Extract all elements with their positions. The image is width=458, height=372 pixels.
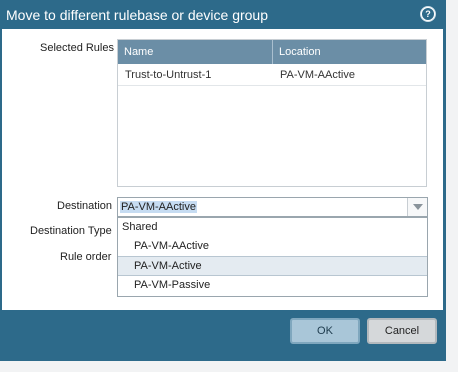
- destination-type-label: Destination Type: [30, 225, 112, 237]
- rule-location-cell: PA-VM-AActive: [280, 69, 355, 81]
- selected-rules-table: Name Location Trust-to-Untrust-1 PA-VM-A…: [117, 39, 427, 187]
- rule-name-cell: Trust-to-Untrust-1: [125, 69, 212, 81]
- dialog-title-bar[interactable]: Move to different rulebase or device gro…: [0, 0, 446, 29]
- destination-input[interactable]: PA-VM-AActive: [118, 198, 407, 216]
- option-pa-vm-passive[interactable]: PA-VM-Passive: [118, 276, 427, 295]
- cancel-button[interactable]: Cancel: [367, 318, 437, 344]
- column-header-location[interactable]: Location: [273, 40, 426, 64]
- chevron-down-icon: [412, 204, 423, 210]
- destination-select[interactable]: PA-VM-AActive: [117, 197, 428, 217]
- option-pa-vm-aactive[interactable]: PA-VM-AActive: [118, 237, 427, 256]
- dropdown-trigger[interactable]: [407, 198, 427, 216]
- destination-dropdown-list: Shared PA-VM-AActive PA-VM-Active PA-VM-…: [117, 217, 428, 297]
- column-header-name[interactable]: Name: [118, 40, 273, 64]
- help-icon-glyph: ?: [422, 8, 434, 20]
- help-icon[interactable]: ?: [420, 6, 436, 22]
- table-row[interactable]: Trust-to-Untrust-1 PA-VM-AActive: [118, 64, 426, 86]
- option-shared[interactable]: Shared: [118, 218, 427, 237]
- dialog-title: Move to different rulebase or device gro…: [6, 7, 269, 23]
- selected-rules-label: Selected Rules: [40, 42, 114, 54]
- destination-selected-text: PA-VM-AActive: [120, 201, 197, 213]
- option-pa-vm-active[interactable]: PA-VM-Active: [118, 256, 427, 276]
- rule-order-label: Rule order: [60, 251, 112, 263]
- destination-label: Destination: [57, 200, 113, 212]
- dialog-content: Selected Rules Name Location Trust-to-Un…: [2, 29, 443, 310]
- ok-button[interactable]: OK: [290, 318, 360, 344]
- table-header: Name Location: [118, 40, 426, 64]
- move-rulebase-dialog: Move to different rulebase or device gro…: [0, 0, 446, 361]
